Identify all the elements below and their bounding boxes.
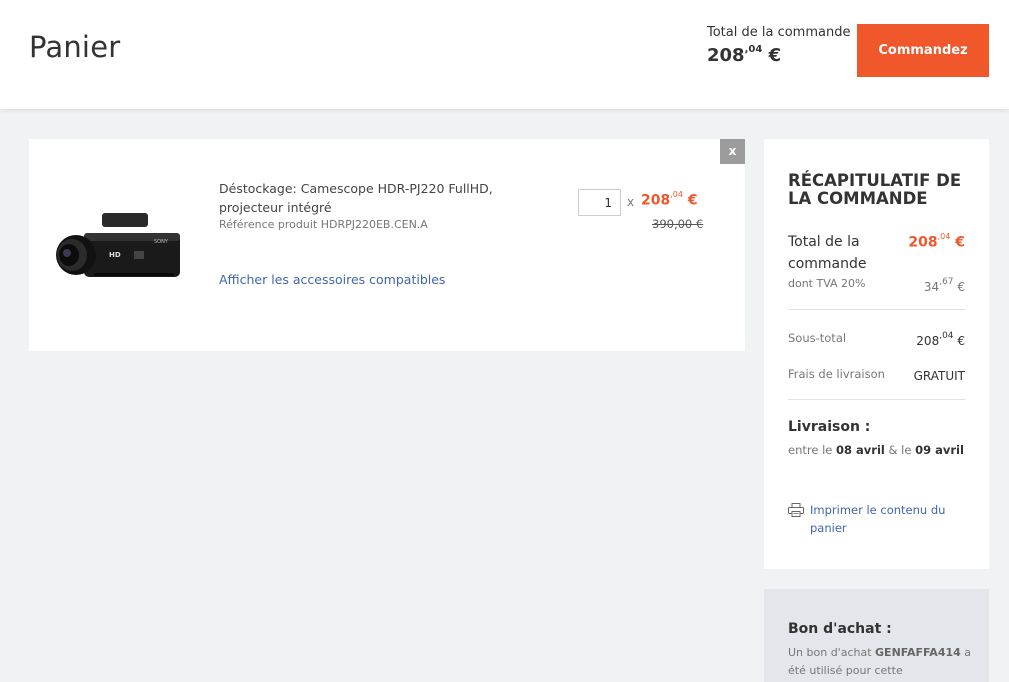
- summary-title: RÉCAPITULATIF DE LA COMMANDE: [788, 171, 962, 208]
- order-button[interactable]: Commandez: [857, 24, 989, 77]
- subtotal-label: Sous-total: [788, 331, 847, 345]
- header-total-amount: 208,04 €: [707, 44, 782, 66]
- item-price: 208,04 €: [641, 190, 698, 209]
- voucher-text: Un bon d'achat GENFAFFA414 a été utilisé…: [788, 646, 972, 677]
- tva-label: dont TVA 20%: [788, 277, 866, 290]
- summary-divider: [788, 399, 965, 400]
- shipping-value: GRATUIT: [913, 369, 965, 383]
- summary-divider: [788, 309, 965, 310]
- tva-amount: 34,67 €: [923, 277, 965, 294]
- order-summary-panel: RÉCAPITULATIF DE LA COMMANDE Total de la…: [764, 139, 989, 569]
- voucher-title: Bon d'achat :: [788, 621, 892, 637]
- quantity-input[interactable]: [578, 189, 621, 216]
- cart-item-card: x HD SONY Déstockage: Camescope HDR-PJ22…: [29, 139, 745, 351]
- printer-icon[interactable]: [788, 503, 804, 517]
- page-title: Panier: [29, 30, 121, 64]
- print-cart-link[interactable]: Imprimer le contenu du panier: [810, 501, 950, 537]
- compatible-accessories-link[interactable]: Afficher les accessoires compatibles: [219, 272, 445, 287]
- delivery-title: Livraison :: [788, 419, 871, 435]
- quantity-times-sign: x: [627, 195, 635, 209]
- product-image[interactable]: HD SONY: [54, 207, 184, 287]
- shipping-label: Frais de livraison: [788, 367, 885, 381]
- header-total-label: Total de la commande: [707, 25, 851, 40]
- svg-text:SONY: SONY: [154, 239, 169, 245]
- subtotal-amount: 208,04 €: [916, 331, 965, 348]
- page-header: Panier Total de la commande 208,04 € Com…: [0, 0, 1009, 109]
- voucher-code: GENFAFFA414: [875, 646, 961, 659]
- product-title[interactable]: Déstockage: Camescope HDR-PJ220 FullHD, …: [219, 179, 559, 217]
- summary-total-amount: 208,04 €: [908, 232, 965, 251]
- summary-total-label: Total de la commande: [788, 234, 867, 272]
- delivery-dates: entre le 08 avril & le 09 avril: [788, 443, 964, 457]
- item-old-price: 390,00 €: [652, 217, 704, 231]
- svg-text:HD: HD: [109, 251, 121, 259]
- remove-item-button[interactable]: x: [720, 139, 745, 164]
- voucher-panel: Bon d'achat : Un bon d'achat GENFAFFA414…: [764, 589, 989, 682]
- product-reference: Référence produit HDRPJ220EB.CEN.A: [219, 218, 428, 231]
